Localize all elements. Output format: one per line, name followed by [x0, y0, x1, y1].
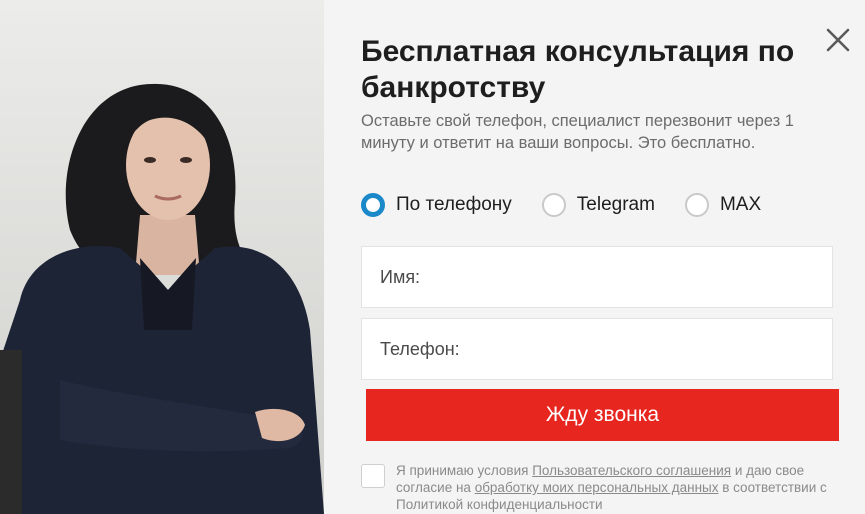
radio-empty-icon	[684, 193, 709, 217]
phone-field-wrapper	[361, 318, 833, 380]
name-field-wrapper	[361, 246, 833, 308]
personal-data-link[interactable]: обработку моих персональных данных	[475, 480, 719, 495]
consultant-photo	[0, 0, 324, 514]
radio-max[interactable]: MAX	[684, 193, 762, 217]
modal-title: Бесплатная консультация по банкротству	[361, 35, 795, 104]
submit-button[interactable]: Жду звонка	[366, 389, 839, 441]
close-icon	[826, 28, 850, 52]
consent-text: Я принимаю условия Пользовательского сог…	[396, 462, 836, 513]
contact-method-group: По телефону Telegram MAX	[361, 191, 791, 219]
radio-telegram[interactable]: Telegram	[541, 193, 655, 217]
phone-input[interactable]	[362, 319, 832, 379]
modal-subtitle: Оставьте свой телефон, специалист перезв…	[361, 112, 794, 152]
user-agreement-link[interactable]: Пользовательского соглашения	[532, 463, 731, 478]
radio-selected-icon	[361, 193, 385, 217]
radio-label: Telegram	[576, 194, 655, 215]
consent-checkbox[interactable]	[361, 464, 385, 488]
radio-empty-icon	[541, 193, 566, 217]
close-button[interactable]	[822, 24, 854, 56]
name-input[interactable]	[362, 247, 832, 307]
radio-label: По телефону	[396, 194, 512, 215]
consent-text-part: Я принимаю условия	[396, 463, 533, 478]
radio-by-phone[interactable]: По телефону	[361, 193, 512, 217]
woman-portrait-image	[0, 83, 324, 514]
radio-label: MAX	[719, 194, 762, 215]
